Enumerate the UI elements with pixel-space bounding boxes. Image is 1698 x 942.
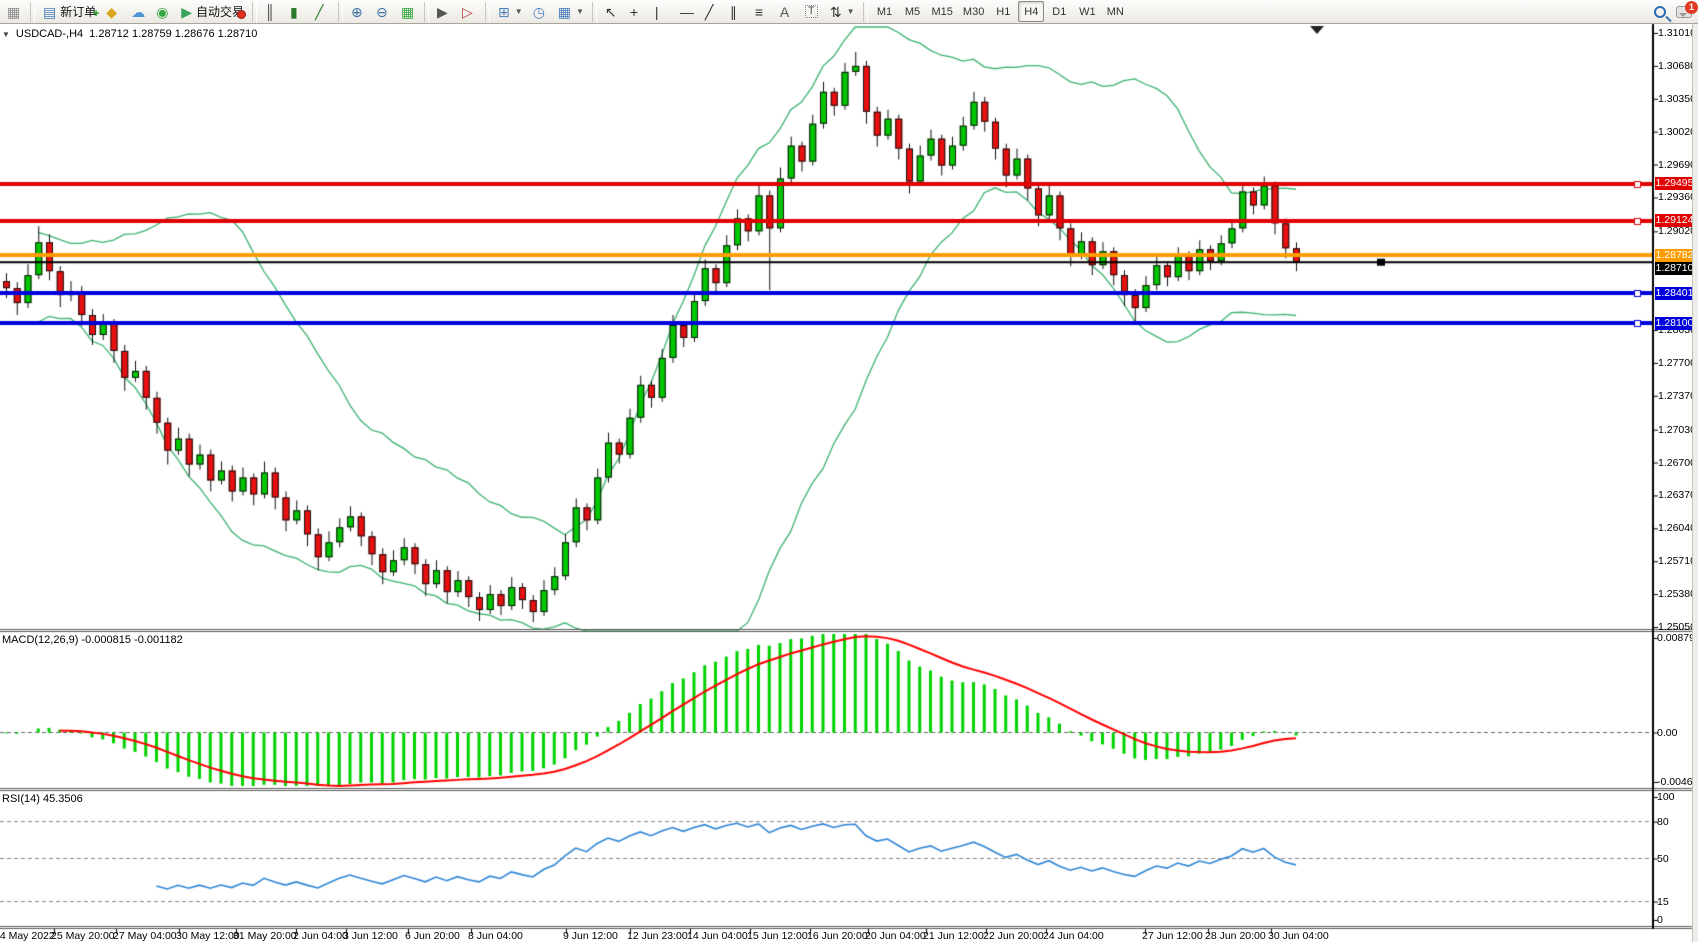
line-chart-icon[interactable]: ╱ [311, 1, 334, 22]
toolbar-groups: ▦▤新订单◆☁◉▶自动交易║▮╱⊕⊖▦▶▷⊞▼◷▦▼↖+|—╱∥≡AT⇅▼M1M… [0, 0, 1131, 24]
bar-chart-icon[interactable]: ║ [261, 1, 284, 22]
window-scrollbar[interactable] [1692, 24, 1698, 942]
chart-shift-icon[interactable]: ▷ [458, 1, 481, 22]
toolbar-separator [252, 2, 257, 22]
vertical-line-tool: | [655, 5, 659, 19]
timeframe-m5[interactable]: M5 [900, 1, 926, 22]
search-icon[interactable] [1654, 6, 1666, 18]
gold-icon[interactable]: ◆ [102, 1, 125, 22]
timeframe-mn[interactable]: MN [1102, 1, 1128, 22]
timeframe-h4[interactable]: H4 [1018, 1, 1044, 22]
zoom-out-icon[interactable]: ⊖ [372, 1, 395, 22]
autotrading-button-label: 自动交易 [196, 3, 244, 20]
vertical-line-tool[interactable]: | [651, 1, 674, 22]
main-toolbar: ▦▤新订单◆☁◉▶自动交易║▮╱⊕⊖▦▶▷⊞▼◷▦▼↖+|—╱∥≡AT⇅▼M1M… [0, 0, 1698, 24]
crosshair-tool: + [630, 5, 638, 19]
zoom-in-icon: ⊕ [351, 5, 363, 19]
notifications-icon[interactable]: 1 [1676, 6, 1692, 18]
signals-icon: ◉ [156, 5, 168, 19]
timeframe-d1[interactable]: D1 [1046, 1, 1072, 22]
fibonacci-tool[interactable]: ≡ [751, 1, 774, 22]
toolbar-separator [30, 2, 35, 22]
cursor-tool: ↖ [605, 5, 617, 19]
tile-windows-icon[interactable]: ▦ [397, 1, 420, 22]
templates-dropdown: ▦ [558, 5, 571, 19]
profiles-clock-icon: ◷ [533, 5, 545, 19]
auto-scroll-icon[interactable]: ▶ [433, 1, 456, 22]
templates-dropdown[interactable]: ▦▼ [554, 1, 588, 22]
new-chart-dropdown[interactable]: ⊞▼ [494, 1, 527, 22]
text-tool[interactable]: A [776, 1, 799, 22]
zoom-in-icon[interactable]: ⊕ [347, 1, 370, 22]
chart-canvas[interactable] [0, 0, 1698, 942]
crosshair-tool[interactable]: + [626, 1, 649, 22]
toolbar-separator [592, 2, 597, 22]
toolbar-separator [338, 2, 343, 22]
mt4-window: ▦▤新订单◆☁◉▶自动交易║▮╱⊕⊖▦▶▷⊞▼◷▦▼↖+|—╱∥≡AT⇅▼M1M… [0, 0, 1698, 942]
candlestick-chart-icon[interactable]: ▮ [286, 1, 309, 22]
dropdown-caret-icon: ▼ [576, 7, 584, 16]
tile-windows-icon: ▦ [401, 5, 414, 19]
signals-icon[interactable]: ◉ [152, 1, 175, 22]
timeframe-m15[interactable]: M15 [928, 1, 957, 22]
charts-cloud-icon[interactable]: ☁ [127, 1, 150, 22]
cursor-tool[interactable]: ↖ [601, 1, 624, 22]
chart-shift-icon: ▷ [462, 5, 473, 19]
window-menu-icon: ▦ [7, 5, 20, 19]
window-menu-icon[interactable]: ▦ [3, 1, 26, 22]
new-order-button[interactable]: ▤ 新订单 [39, 1, 100, 22]
line-chart-icon: ╱ [315, 5, 323, 19]
text-tool: A [780, 5, 789, 19]
new-chart-dropdown: ⊞ [498, 5, 510, 19]
label-tool: T [805, 5, 818, 18]
toolbar-separator [485, 2, 490, 22]
arrows-dropdown[interactable]: ⇅▼ [826, 1, 859, 22]
toolbar-right: 1 [1654, 6, 1698, 18]
new-order-button: ▤ [43, 5, 56, 19]
profiles-clock-icon[interactable]: ◷ [529, 1, 552, 22]
autotrading-button[interactable]: ▶ 自动交易 [177, 1, 248, 22]
toolbar-separator [424, 2, 429, 22]
fibonacci-tool: ≡ [755, 5, 763, 19]
timeframe-m30[interactable]: M30 [959, 1, 988, 22]
timeframe-m1[interactable]: M1 [872, 1, 898, 22]
auto-scroll-icon: ▶ [437, 5, 448, 19]
notification-badge: 1 [1685, 1, 1698, 14]
label-tool[interactable]: T [801, 1, 824, 22]
trendline-tool: ╱ [705, 5, 713, 19]
toolbar-separator [863, 2, 868, 22]
dropdown-caret-icon: ▼ [847, 7, 855, 16]
timeframe-w1[interactable]: W1 [1074, 1, 1100, 22]
channel-tool[interactable]: ∥ [726, 1, 749, 22]
autotrading-button: ▶ [181, 5, 192, 19]
arrows-dropdown: ⇅ [830, 5, 842, 19]
trendline-tool[interactable]: ╱ [701, 1, 724, 22]
horizontal-line-tool[interactable]: — [676, 1, 699, 22]
channel-tool: ∥ [730, 5, 737, 19]
charts-cloud-icon: ☁ [131, 5, 145, 19]
bar-chart-icon: ║ [265, 5, 275, 19]
dropdown-caret-icon: ▼ [515, 7, 523, 16]
new-order-button-label: 新订单 [60, 3, 96, 20]
horizontal-line-tool: — [680, 5, 694, 19]
gold-icon: ◆ [106, 5, 117, 19]
timeframe-h1[interactable]: H1 [990, 1, 1016, 22]
candlestick-chart-icon: ▮ [290, 5, 298, 19]
zoom-out-icon: ⊖ [376, 5, 388, 19]
